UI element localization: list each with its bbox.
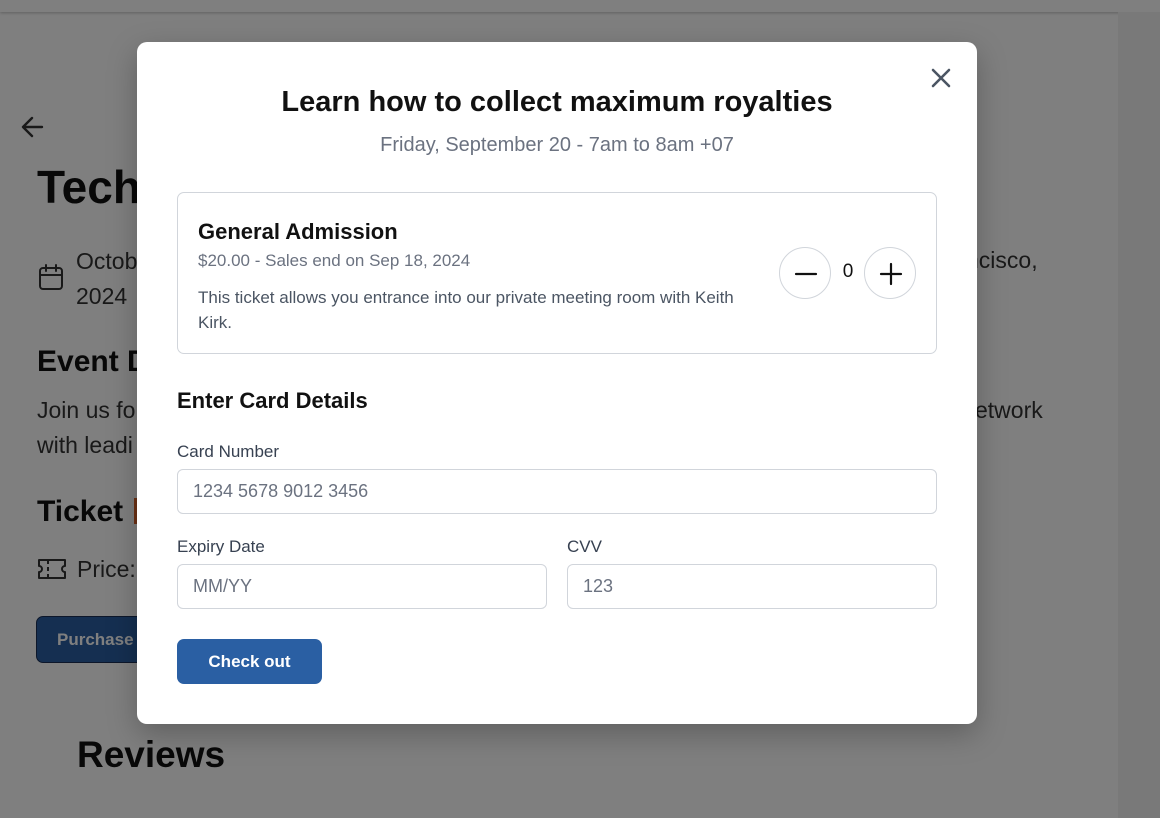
increase-quantity-button[interactable] xyxy=(864,247,916,299)
card-details-heading: Enter Card Details xyxy=(177,388,368,413)
quantity-value: 0 xyxy=(842,261,854,282)
decrease-quantity-button[interactable] xyxy=(779,247,831,299)
checkout-modal: Learn how to collect maximum royalties F… xyxy=(137,42,977,724)
plus-icon xyxy=(879,262,903,286)
modal-title: Learn how to collect maximum royalties xyxy=(281,86,833,118)
ticket-name: General Admission xyxy=(198,219,398,244)
expiry-date-input[interactable] xyxy=(177,564,547,609)
checkout-button[interactable]: Check out xyxy=(177,639,322,684)
ticket-card: General Admission $20.00 - Sales end on … xyxy=(177,192,937,354)
minus-icon xyxy=(794,272,818,276)
cvv-input[interactable] xyxy=(567,564,937,609)
ticket-description: This ticket allows you entrance into our… xyxy=(198,288,734,332)
ticket-price-info: $20.00 - Sales end on Sep 18, 2024 xyxy=(198,251,471,270)
card-number-label: Card Number xyxy=(177,442,280,461)
modal-subtitle: Friday, September 20 - 7am to 8am +07 xyxy=(380,134,734,156)
cvv-label: CVV xyxy=(567,537,602,556)
card-number-input[interactable] xyxy=(177,469,937,514)
expiry-date-label: Expiry Date xyxy=(177,537,265,556)
